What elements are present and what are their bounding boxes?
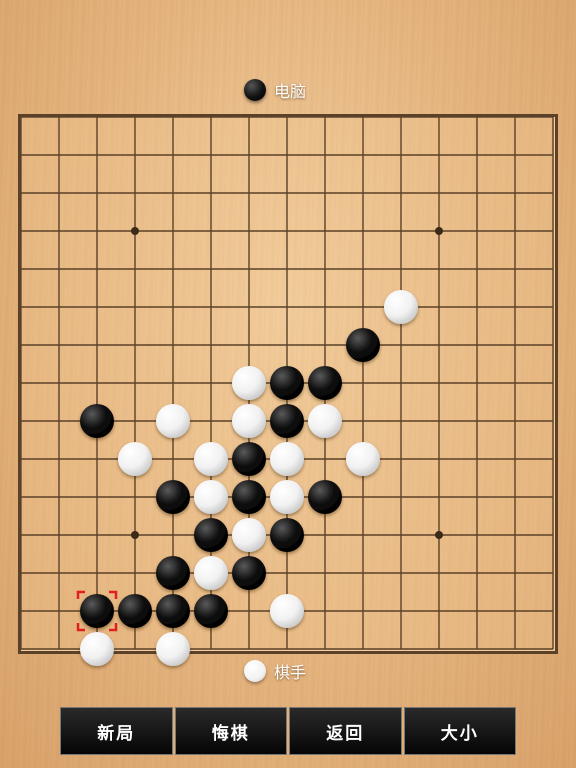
white-stone <box>270 442 304 476</box>
computer-player-indicator: 电脑 <box>244 78 306 102</box>
black-stone <box>232 442 266 476</box>
size-button[interactable]: 大小 <box>403 707 516 755</box>
black-stone-icon <box>244 79 266 101</box>
white-stone <box>232 366 266 400</box>
black-stone <box>346 328 380 362</box>
black-stone <box>270 404 304 438</box>
white-stone <box>80 632 114 666</box>
black-stone <box>156 480 190 514</box>
black-stone <box>270 366 304 400</box>
black-stone <box>232 480 266 514</box>
bottom-menu-bar: 新局 悔棋 返回 大小 <box>60 707 516 755</box>
white-stone-icon <box>244 660 266 682</box>
black-stone <box>156 556 190 590</box>
human-player-indicator: 棋手 <box>244 659 306 683</box>
white-stone <box>118 442 152 476</box>
star-point <box>435 227 443 235</box>
computer-label: 电脑 <box>274 82 307 101</box>
board-grid[interactable] <box>18 114 558 666</box>
black-stone <box>270 518 304 552</box>
back-button[interactable]: 返回 <box>289 707 402 755</box>
white-stone <box>270 594 304 628</box>
black-stone <box>308 480 342 514</box>
new-game-button[interactable]: 新局 <box>60 707 173 755</box>
black-stone <box>194 518 228 552</box>
undo-button[interactable]: 悔棋 <box>174 707 287 755</box>
black-stone <box>156 594 190 628</box>
black-stone <box>232 556 266 590</box>
white-stone <box>194 480 228 514</box>
white-stone <box>384 290 418 324</box>
star-point <box>131 531 139 539</box>
white-stone <box>308 404 342 438</box>
white-stone <box>194 556 228 590</box>
star-point <box>435 531 443 539</box>
black-stone <box>194 594 228 628</box>
white-stone <box>232 404 266 438</box>
white-stone <box>156 404 190 438</box>
black-stone <box>80 404 114 438</box>
human-label: 棋手 <box>274 663 307 682</box>
black-stone <box>308 366 342 400</box>
white-stone <box>346 442 380 476</box>
black-stone <box>80 594 114 628</box>
black-stone <box>118 594 152 628</box>
white-stone <box>270 480 304 514</box>
white-stone <box>156 632 190 666</box>
gomoku-board[interactable] <box>18 114 558 666</box>
white-stone <box>232 518 266 552</box>
star-point <box>131 227 139 235</box>
white-stone <box>194 442 228 476</box>
